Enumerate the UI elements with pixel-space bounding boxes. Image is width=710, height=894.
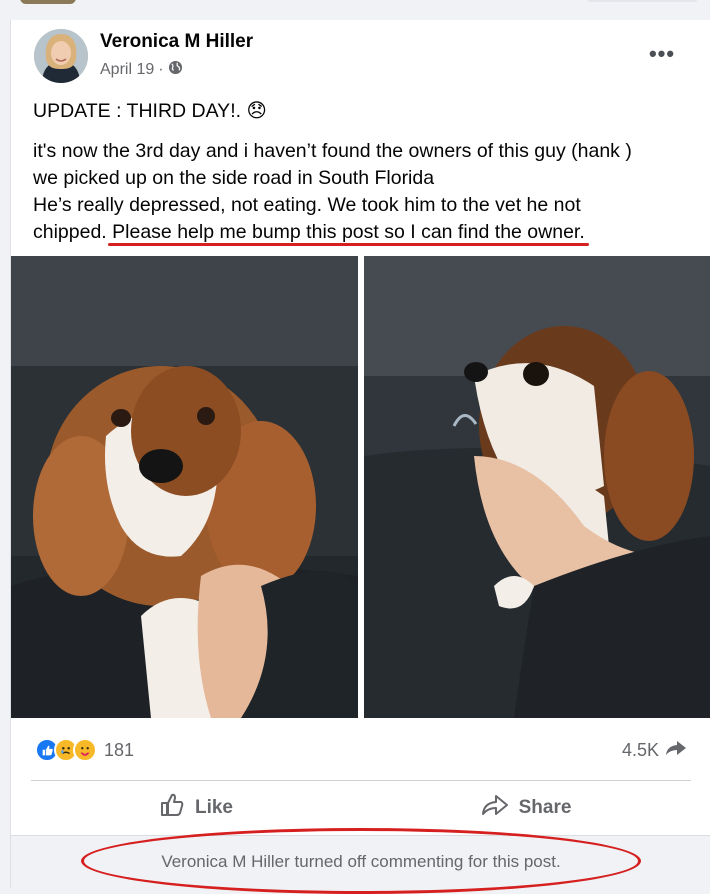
share-count-text: 4.5K	[621, 739, 659, 760]
share-arrow-icon	[665, 739, 687, 762]
post-date[interactable]: April 19	[100, 61, 154, 79]
share-button[interactable]: Share	[361, 786, 691, 830]
post-text: UPDATE : THIRD DAY!. 😞 it's now the 3rd …	[33, 98, 693, 246]
post-card: Veronica M Hiller April 19 · ••• UPDATE …	[10, 20, 710, 894]
reactions-row: 181 4.5K	[35, 733, 687, 767]
care-reaction-icon	[73, 738, 97, 762]
share-icon	[481, 793, 509, 823]
reaction-summary[interactable]: 181	[35, 738, 134, 762]
more-options-icon[interactable]: •••	[644, 36, 680, 72]
like-label: Like	[194, 797, 234, 818]
highlighted-request: Please help me bump this post so I can f…	[112, 221, 585, 243]
post-actions: Like Share	[31, 786, 691, 830]
body-chipped: chipped.	[33, 221, 107, 243]
reaction-count: 181	[104, 739, 135, 760]
share-count[interactable]: 4.5K	[622, 739, 687, 762]
post-headline: UPDATE : THIRD DAY!. 😞	[33, 98, 693, 125]
body-line-1: it's now the 3rd day and i haven’t found…	[33, 140, 632, 162]
body-line-2: we picked up on the side road in South F…	[33, 167, 435, 189]
like-button[interactable]: Like	[31, 786, 361, 830]
headline-text: UPDATE : THIRD DAY!.	[33, 100, 242, 122]
comments-disabled-notice: Veronica M Hiller turned off commenting …	[11, 835, 710, 888]
actions-divider	[31, 780, 691, 781]
post-meta: April 19 ·	[100, 60, 183, 80]
body-line-3: He’s really depressed, not eating. We to…	[33, 194, 581, 216]
disappointed-emoji: 😞	[246, 100, 267, 122]
author-name[interactable]: Veronica M Hiller	[100, 31, 253, 53]
puppy-photo-left[interactable]	[11, 256, 358, 718]
body-line-4: chipped. Please help me bump this post s…	[33, 219, 693, 246]
meta-separator: ·	[158, 61, 164, 78]
share-label: Share	[518, 797, 572, 818]
puppy-photo-right[interactable]	[364, 256, 710, 718]
previous-thumbnail	[20, 0, 76, 4]
previous-post-edge	[0, 0, 710, 20]
previous-button-edge	[586, 0, 698, 2]
comments-disabled-text: Veronica M Hiller turned off commenting …	[161, 852, 561, 871]
photo-grid	[11, 256, 710, 718]
globe-icon[interactable]	[168, 60, 183, 80]
author-avatar[interactable]	[34, 29, 88, 83]
thumbs-up-icon	[159, 793, 185, 823]
